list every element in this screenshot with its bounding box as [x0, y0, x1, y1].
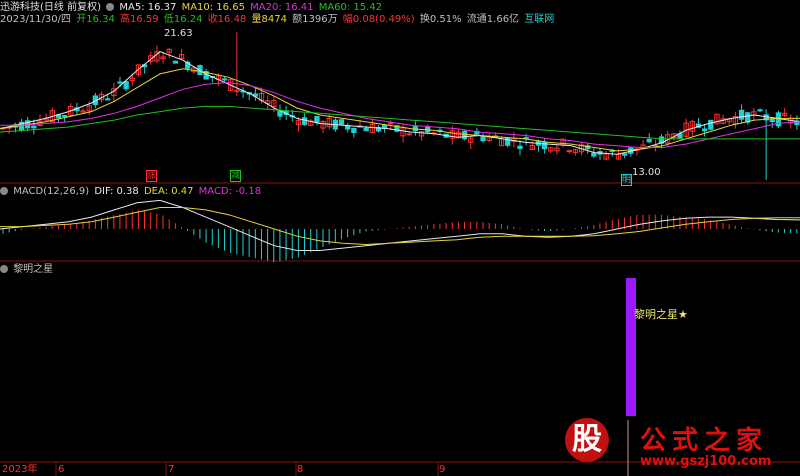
high-price-label: 21.63	[164, 28, 193, 39]
candle-body-49	[301, 117, 308, 126]
header-row-ma: 迅游科技(日线 前复权) MA5: 16.37 MA10: 16.65 MA20…	[0, 2, 384, 14]
candle-body-101	[621, 153, 628, 156]
candle-body-17	[105, 98, 111, 101]
candle-body-120	[738, 109, 745, 120]
chart-canvas	[0, 32, 800, 476]
candle-body-75	[461, 130, 468, 140]
x-axis-label-9: 9	[439, 464, 446, 475]
candle-body-55	[338, 119, 345, 125]
candle-body-63	[388, 122, 394, 125]
candle-body-84	[517, 145, 523, 149]
stock-chart-window: 迅游科技(日线 前复权) MA5: 16.37 MA10: 16.65 MA20…	[0, 0, 800, 476]
macd-title[interactable]: MACD(12,26,9)	[13, 186, 89, 197]
candle-body-28	[172, 60, 179, 64]
candle-body-125	[769, 119, 775, 123]
quote-low: 低16.24	[163, 14, 203, 25]
watermark-title: 公式之家	[640, 426, 769, 456]
fall-tag[interactable]: 减	[230, 170, 242, 182]
quote-close: 收16.48	[207, 14, 247, 25]
indicator-title[interactable]: 黎明之星	[13, 264, 53, 275]
x-axis-label-7: 7	[168, 464, 175, 475]
rise-tag[interactable]: 涨	[146, 170, 158, 182]
quote-amount: 额1396万	[292, 14, 338, 25]
candle-body-78	[480, 136, 486, 142]
candle-body-5	[31, 125, 37, 129]
candle-body-96	[591, 152, 597, 157]
macd-dif: DIF: 0.38	[94, 186, 139, 197]
marker-tag[interactable]: 明	[621, 174, 633, 186]
indicator-settings-icon[interactable]	[0, 265, 8, 273]
candle-body-19	[117, 81, 123, 84]
stock-title[interactable]: 迅游科技(日线 前复权)	[0, 2, 101, 13]
quote-open: 开16.34	[76, 14, 115, 25]
watermark-url: www.gszj100.com	[640, 454, 772, 469]
indicator-header: 黎明之星	[0, 264, 55, 276]
settings-dot-icon[interactable]	[106, 3, 115, 11]
ma20-value: MA20: 16.41	[250, 2, 314, 13]
header-row-quote: 2023/11/30/四 开16.34 高16.59 低16.24 收16.48…	[0, 14, 556, 26]
quote-high: 高16.59	[120, 14, 159, 25]
candle-body-57	[351, 127, 357, 134]
quote-date: 2023/11/30/四	[0, 14, 72, 25]
signal-label: 黎明之星★	[634, 308, 688, 321]
signal-bar	[626, 278, 636, 416]
candlestick-series	[0, 32, 800, 180]
low-price-label: 13.00	[632, 167, 661, 178]
macd-series	[0, 199, 800, 263]
x-axis-label-year: 2023年	[2, 464, 38, 475]
candle-body-92	[566, 150, 572, 153]
candle-body-20	[123, 81, 129, 90]
macd-settings-icon[interactable]	[0, 187, 8, 195]
candle-body-10	[61, 115, 68, 118]
ma60-value: MA60: 15.42	[318, 2, 383, 13]
candle-body-115	[708, 119, 714, 130]
candle-body-105	[646, 138, 652, 143]
candle-body-36	[221, 78, 228, 81]
quote-turnover: 换0.51%	[419, 14, 462, 25]
quote-float: 流通1.66亿	[466, 14, 520, 25]
macd-header: MACD(12,26,9) DIF: 0.38 DEA: 0.47 MACD: …	[0, 186, 263, 198]
ma5-value: MA5: 16.37	[119, 2, 177, 13]
macd-dea: DEA: 0.47	[143, 186, 194, 197]
candle-body-59	[363, 127, 369, 132]
moving-average-lines	[0, 51, 800, 155]
candle-body-114	[701, 128, 708, 132]
quote-industry[interactable]: 互联网	[524, 14, 554, 25]
x-axis-label-6: 6	[58, 464, 65, 475]
candle-body-56	[345, 125, 351, 130]
candle-body-123	[757, 109, 763, 112]
candle-body-51	[314, 115, 320, 123]
x-axis-label-8: 8	[297, 464, 304, 475]
watermark-logo: 股	[565, 418, 609, 462]
signal-series	[626, 278, 636, 416]
macd-value: MACD: -0.18	[198, 186, 262, 197]
ma10-value: MA10: 16.65	[181, 2, 245, 13]
quote-volume: 量8474	[251, 14, 287, 25]
quote-range: 幅0.08(0.49%)	[342, 14, 415, 25]
